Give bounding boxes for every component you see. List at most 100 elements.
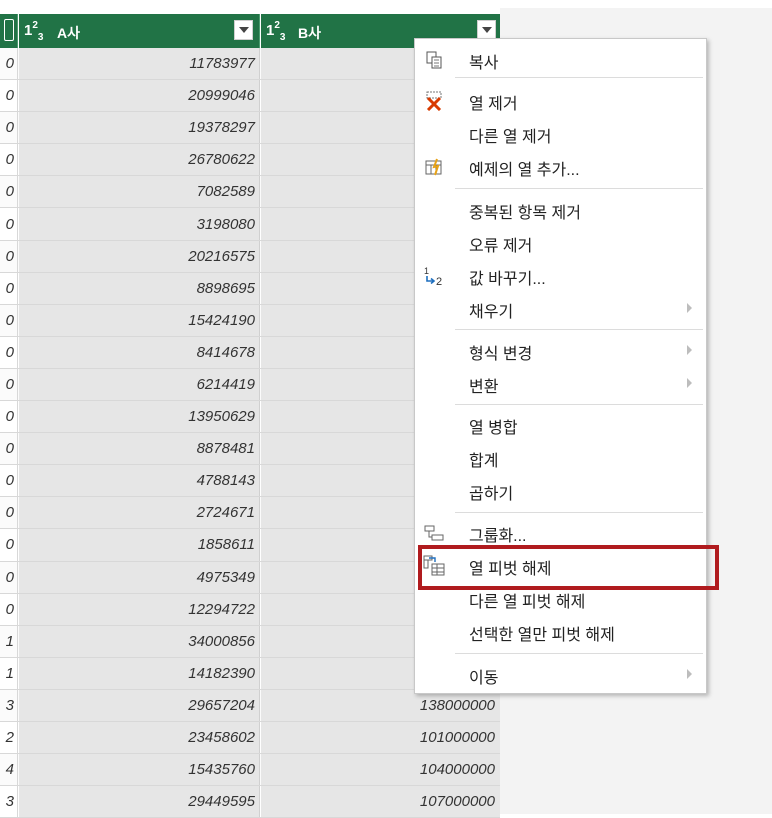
menu-item-label: 값 바꾸기...	[469, 271, 546, 288]
group-by-icon	[423, 522, 445, 544]
table-cell-partial[interactable]: 0	[0, 368, 18, 401]
table-cell-partial[interactable]: 0	[0, 304, 18, 336]
table-cell-a[interactable]: 19378297	[19, 112, 260, 144]
table-cell-a[interactable]: 15424190	[19, 304, 260, 336]
table-cell-a[interactable]: 26780622	[19, 144, 260, 176]
chevron-down-icon	[238, 27, 249, 33]
table-cell-a[interactable]: 8878481	[19, 433, 260, 465]
table-cell-a[interactable]: 29449595	[19, 786, 260, 818]
table-cell-partial[interactable]: 0	[0, 465, 18, 497]
table-row: 3 29449595 107000000	[0, 786, 500, 818]
table-cell-a[interactable]: 34000856	[19, 625, 260, 657]
menu-item-column-from-examples[interactable]: 예제의 열 추가...	[415, 150, 706, 182]
menu-item-merge-columns[interactable]: 열 병합	[415, 408, 706, 440]
whole-number-type-icon[interactable]: 123	[24, 20, 43, 43]
menu-separator	[455, 404, 703, 405]
table-cell-partial[interactable]: 0	[0, 208, 18, 240]
svg-text:2: 2	[436, 276, 442, 287]
table-cell-a[interactable]: 8414678	[19, 336, 260, 368]
column-header-a-label: A사	[57, 25, 80, 41]
table-cell-partial[interactable]: 0	[0, 144, 18, 176]
menu-item-multiply[interactable]: 곱하기	[415, 474, 706, 506]
table-row: 4 15435760 104000000	[0, 754, 500, 787]
table-cell-a[interactable]: 20999046	[19, 80, 260, 112]
column-header-partial[interactable]	[0, 14, 18, 48]
table-cell-partial[interactable]: 0	[0, 401, 18, 433]
table-cell-b[interactable]: 107000000	[261, 786, 500, 818]
table-cell-partial[interactable]: 1	[0, 625, 18, 657]
menu-item-group-by[interactable]: 그룹화...	[415, 516, 706, 548]
menu-item-label: 다른 열 피벗 해제	[469, 594, 586, 611]
svg-text:1: 1	[424, 266, 429, 276]
menu-item-label: 다른 열 제거	[469, 129, 552, 146]
menu-separator	[455, 512, 703, 513]
menu-item-label: 형식 변경	[469, 346, 533, 363]
table-cell-a[interactable]: 4975349	[19, 561, 260, 593]
table-cell-partial[interactable]: 0	[0, 561, 18, 593]
menu-item-remove-other-columns[interactable]: 다른 열 제거	[415, 117, 706, 149]
menu-item-label: 곱하기	[469, 486, 514, 503]
table-cell-a[interactable]: 15435760	[19, 754, 260, 786]
table-cell-a[interactable]: 14182390	[19, 657, 260, 689]
menu-item-remove-duplicates[interactable]: 중복된 항목 제거	[415, 193, 706, 225]
table-cell-a[interactable]: 20216575	[19, 240, 260, 272]
menu-item-copy[interactable]: 복사	[415, 43, 706, 75]
table-row: 3 29657204 138000000	[0, 689, 500, 722]
menu-item-remove-errors[interactable]: 오류 제거	[415, 226, 706, 258]
table-cell-a[interactable]: 6214419	[19, 368, 260, 401]
menu-separator	[455, 653, 703, 654]
menu-separator	[455, 188, 703, 189]
menu-item-remove-column[interactable]: 열 제거	[415, 84, 706, 116]
table-cell-a[interactable]: 4788143	[19, 465, 260, 497]
menu-item-move[interactable]: 이동	[415, 658, 706, 690]
table-cell-b[interactable]: 101000000	[261, 721, 500, 754]
table-cell-a[interactable]: 3198080	[19, 208, 260, 240]
table-cell-partial[interactable]: 3	[0, 689, 18, 721]
table-row: 2 23458602 101000000	[0, 721, 500, 755]
column-b-filter-dropdown[interactable]	[477, 20, 496, 40]
table-cell-partial[interactable]: 0	[0, 593, 18, 625]
table-cell-a[interactable]: 1858611	[19, 529, 260, 561]
menu-item-unpivot-only-selected[interactable]: 선택한 열만 피벗 해제	[415, 615, 706, 647]
menu-separator	[455, 77, 703, 78]
table-cell-partial[interactable]: 0	[0, 80, 18, 112]
table-cell-a[interactable]: 7082589	[19, 176, 260, 208]
table-cell-a[interactable]: 2724671	[19, 497, 260, 529]
table-cell-partial[interactable]: 0	[0, 112, 18, 144]
table-cell-partial[interactable]: 0	[0, 433, 18, 465]
whole-number-type-icon[interactable]: 123	[266, 20, 285, 43]
table-cell-partial[interactable]: 0	[0, 272, 18, 304]
table-cell-partial[interactable]: 0	[0, 336, 18, 368]
table-cell-b[interactable]: 104000000	[261, 754, 500, 786]
table-cell-a[interactable]: 8898695	[19, 272, 260, 304]
menu-item-sum[interactable]: 합계	[415, 441, 706, 473]
table-cell-partial[interactable]: 0	[0, 497, 18, 529]
table-cell-partial[interactable]: 3	[0, 786, 18, 818]
menu-item-label: 선택한 열만 피벗 해제	[469, 627, 615, 644]
table-cell-b[interactable]: 138000000	[261, 689, 500, 721]
table-cell-a[interactable]: 13950629	[19, 401, 260, 433]
submenu-arrow-icon	[687, 669, 692, 679]
table-cell-partial[interactable]: 0	[0, 176, 18, 208]
menu-item-fill[interactable]: 채우기	[415, 292, 706, 324]
table-cell-partial[interactable]: 0	[0, 529, 18, 561]
column-a-filter-dropdown[interactable]	[234, 20, 253, 40]
filter-button-partial[interactable]	[4, 19, 14, 41]
table-cell-partial[interactable]: 0	[0, 240, 18, 272]
table-cell-a[interactable]: 23458602	[19, 721, 260, 754]
menu-item-label: 중복된 항목 제거	[469, 205, 581, 222]
table-cell-partial[interactable]: 4	[0, 754, 18, 786]
table-cell-a[interactable]: 29657204	[19, 689, 260, 721]
table-cell-partial[interactable]: 0	[0, 48, 18, 80]
menu-item-change-type[interactable]: 형식 변경	[415, 334, 706, 366]
table-cell-a[interactable]: 11783977	[19, 48, 260, 80]
table-cell-partial[interactable]: 1	[0, 657, 18, 689]
column-header-a[interactable]: 123 A사	[19, 14, 260, 48]
menu-item-label: 합계	[469, 453, 499, 470]
menu-item-transform[interactable]: 변환	[415, 367, 706, 399]
column-from-examples-icon	[423, 156, 445, 178]
table-cell-a[interactable]: 12294722	[19, 593, 260, 625]
menu-item-replace-values[interactable]: 12 값 바꾸기...	[415, 259, 706, 291]
table-cell-partial[interactable]: 2	[0, 721, 18, 754]
menu-item-label: 채우기	[469, 304, 514, 321]
